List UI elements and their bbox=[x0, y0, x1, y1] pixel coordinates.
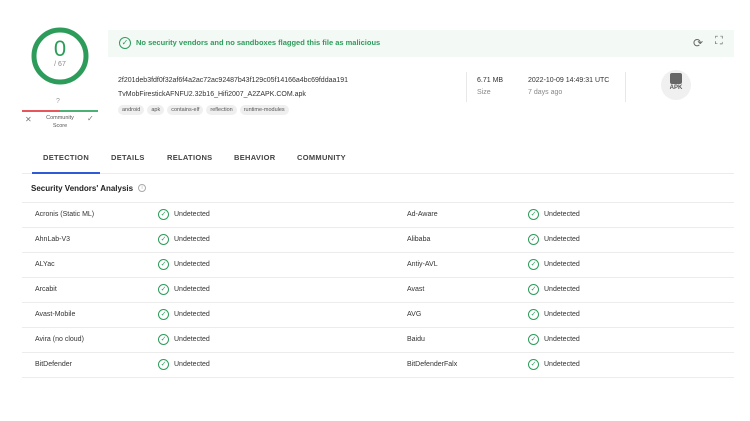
vendor-result: Undetected bbox=[544, 336, 580, 343]
vendor-result: Undetected bbox=[544, 261, 580, 268]
tab-relations[interactable]: RELATIONS bbox=[167, 153, 212, 162]
vendor-name: Avast bbox=[407, 286, 425, 293]
divider bbox=[625, 72, 626, 102]
vendor-name: Avira (no cloud) bbox=[35, 336, 84, 343]
check-circle-icon: ✓ bbox=[119, 37, 131, 49]
vendor-name: Acronis (Static ML) bbox=[35, 211, 95, 218]
tag[interactable]: reflection bbox=[206, 105, 237, 115]
upvote-icon[interactable]: ✓ bbox=[87, 114, 94, 123]
table-row: Arcabit ✓ Undetected Avast ✓ Undetected bbox=[22, 277, 734, 302]
file-tags: android apk contains-elf reflection runt… bbox=[118, 105, 289, 115]
scroll-fade bbox=[0, 380, 750, 421]
vendor-result: Undetected bbox=[174, 261, 210, 268]
undetected-icon: ✓ bbox=[158, 259, 169, 270]
tab-details[interactable]: DETAILS bbox=[111, 153, 145, 162]
vendor-result: Undetected bbox=[174, 311, 210, 318]
table-row: BitDefender ✓ Undetected BitDefenderFalx… bbox=[22, 352, 734, 377]
undetected-icon: ✓ bbox=[158, 234, 169, 245]
vendor-name: AVG bbox=[407, 311, 422, 318]
vendor-name: Baidu bbox=[407, 336, 425, 343]
status-message: No security vendors and no sandboxes fla… bbox=[136, 38, 381, 47]
file-size-label: Size bbox=[477, 89, 491, 96]
table-row: AhnLab-V3 ✓ Undetected Alibaba ✓ Undetec… bbox=[22, 227, 734, 252]
file-name: TvMobFirestickAFNFU2.32b16_Hifi2007_A2ZA… bbox=[118, 91, 306, 98]
detection-count: 0 bbox=[53, 36, 67, 61]
downvote-icon[interactable]: ✕ bbox=[25, 115, 32, 124]
tag[interactable]: runtime-modules bbox=[239, 105, 289, 115]
divider bbox=[466, 72, 467, 102]
undetected-icon: ✓ bbox=[158, 284, 169, 295]
undetected-icon: ✓ bbox=[158, 309, 169, 320]
tab-detection[interactable]: DETECTION bbox=[43, 153, 89, 162]
undetected-icon: ✓ bbox=[528, 259, 539, 270]
vendor-result: Undetected bbox=[544, 211, 580, 218]
vendor-result: Undetected bbox=[174, 236, 210, 243]
undetected-icon: ✓ bbox=[158, 359, 169, 370]
vendor-result: Undetected bbox=[544, 236, 580, 243]
community-score-bar bbox=[22, 110, 98, 112]
vendor-result: Undetected bbox=[174, 361, 210, 368]
vendor-result: Undetected bbox=[544, 286, 580, 293]
vendor-name: AhnLab-V3 bbox=[35, 236, 71, 243]
vendor-result: Undetected bbox=[544, 311, 580, 318]
vendor-result: Undetected bbox=[174, 286, 210, 293]
tag[interactable]: android bbox=[118, 105, 145, 115]
undetected-icon: ✓ bbox=[528, 334, 539, 345]
file-size: 6.71 MB bbox=[477, 77, 504, 84]
detection-total: / 67 bbox=[54, 61, 66, 68]
vendors-table: Acronis (Static ML) ✓ Undetected Ad-Awar… bbox=[22, 202, 734, 386]
community-score-value: ? bbox=[56, 98, 60, 105]
undetected-icon: ✓ bbox=[528, 234, 539, 245]
undetected-icon: ✓ bbox=[528, 209, 539, 220]
tab-community[interactable]: COMMUNITY bbox=[297, 153, 346, 162]
undetected-icon: ✓ bbox=[528, 359, 539, 370]
community-score-label: Community Score bbox=[46, 115, 74, 129]
vendor-result: Undetected bbox=[174, 211, 210, 218]
vendor-result: Undetected bbox=[174, 336, 210, 343]
table-row: Acronis (Static ML) ✓ Undetected Ad-Awar… bbox=[22, 202, 734, 227]
vendor-name: Alibaba bbox=[407, 236, 431, 243]
vendor-name: ALYac bbox=[35, 261, 55, 268]
info-icon[interactable]: i bbox=[138, 184, 146, 192]
undetected-icon: ✓ bbox=[528, 284, 539, 295]
vendor-name: BitDefender bbox=[35, 361, 72, 368]
vendor-name: Ad-Aware bbox=[407, 211, 438, 218]
analysis-age: 7 days ago bbox=[528, 89, 563, 96]
vendor-result: Undetected bbox=[544, 361, 580, 368]
table-row: Avast-Mobile ✓ Undetected AVG ✓ Undetect… bbox=[22, 302, 734, 327]
vendor-name: BitDefenderFalx bbox=[407, 361, 458, 368]
table-row: ALYac ✓ Undetected Antiy-AVL ✓ Undetecte… bbox=[22, 252, 734, 277]
undetected-icon: ✓ bbox=[158, 209, 169, 220]
table-row: Avira (no cloud) ✓ Undetected Baidu ✓ Un… bbox=[22, 327, 734, 352]
undetected-icon: ✓ bbox=[528, 309, 539, 320]
reanalyze-icon[interactable]: ⟳ bbox=[693, 36, 703, 50]
tab-behavior[interactable]: BEHAVIOR bbox=[234, 153, 275, 162]
vendor-name: Antiy-AVL bbox=[407, 261, 438, 268]
tag[interactable]: contains-elf bbox=[167, 105, 204, 115]
graph-view-icon[interactable]: ⛶ bbox=[715, 35, 723, 48]
file-hash[interactable]: 2f201deb3fdf0f32af6f4a2ac72ac92487b43f12… bbox=[118, 77, 348, 84]
vendor-name: Arcabit bbox=[35, 286, 57, 293]
vendor-name: Avast-Mobile bbox=[35, 311, 76, 318]
tag[interactable]: apk bbox=[147, 105, 165, 115]
undetected-icon: ✓ bbox=[158, 334, 169, 345]
section-title: Security Vendors' Analysis bbox=[31, 184, 134, 193]
android-package-icon bbox=[670, 73, 682, 84]
analysis-date: 2022-10-09 14:49:31 UTC bbox=[528, 77, 610, 84]
file-type-label: APK bbox=[669, 85, 683, 91]
active-tab-indicator bbox=[32, 172, 100, 174]
